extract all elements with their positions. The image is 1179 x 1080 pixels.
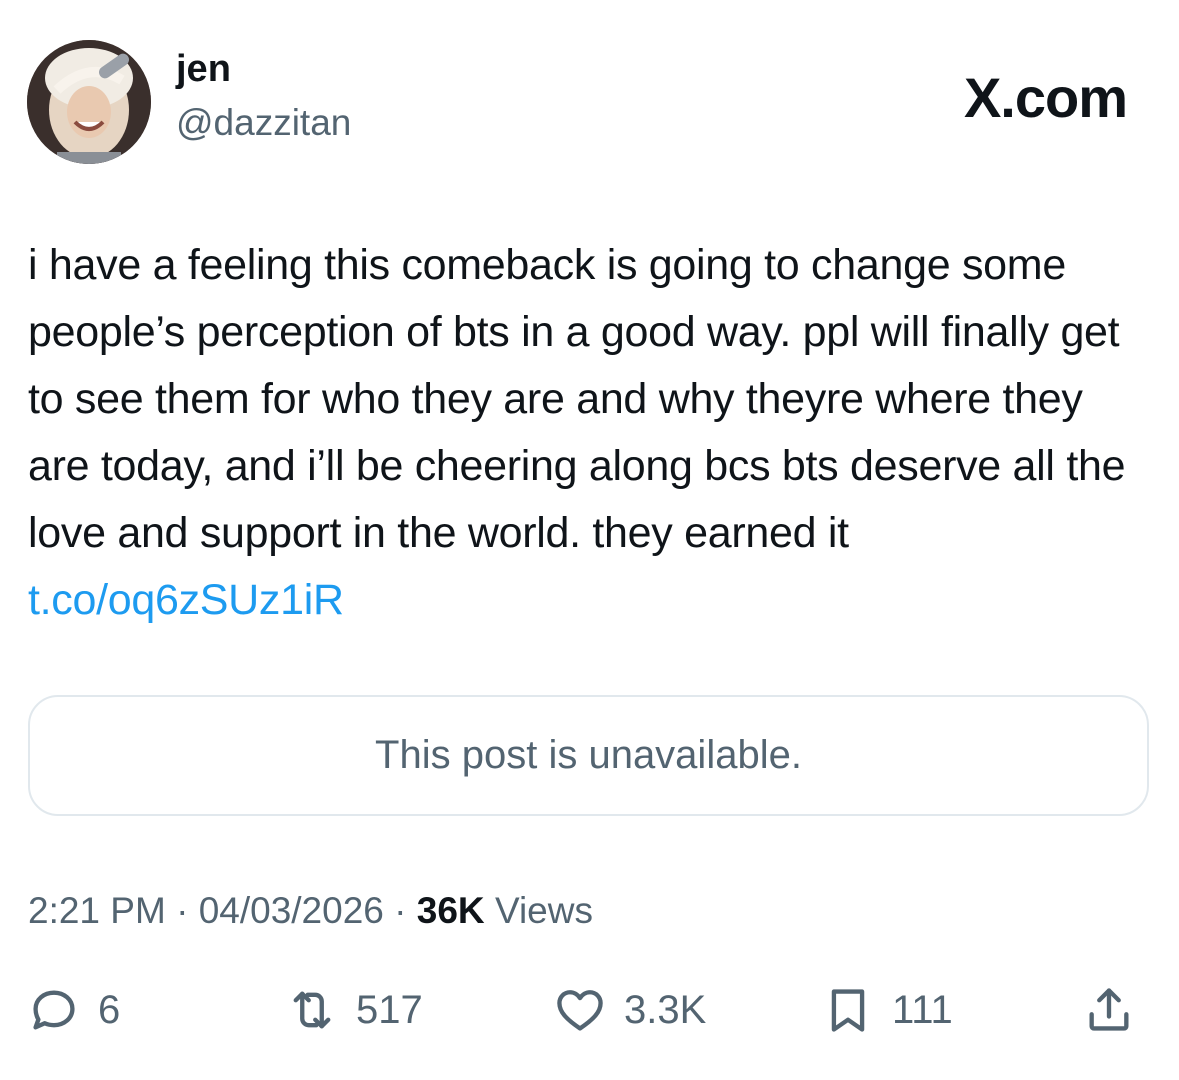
quoted-post-unavailable-message: This post is unavailable. [375,733,802,777]
repost-icon [286,984,338,1036]
tweet-text: i have a feeling this comeback is going … [28,232,1153,634]
bookmark-count: 111 [892,987,953,1032]
share-button[interactable] [1083,984,1135,1036]
reply-count: 6 [98,987,121,1032]
brand-logo: X.com [963,66,1128,129]
like-icon [554,984,606,1036]
like-button[interactable]: 3.3K [554,984,706,1036]
tweet-time[interactable]: 2:21 PM [28,890,166,931]
avatar[interactable] [27,40,151,164]
author-handle[interactable]: @dazzitan [176,104,351,141]
views-label: Views [494,890,593,931]
bookmark-icon [822,984,874,1036]
quoted-post-card[interactable]: This post is unavailable. [28,695,1149,816]
tweet-metadata: 2:21 PM · 04/03/2026 · 36K Views [28,887,593,935]
like-count: 3.3K [624,987,707,1032]
tweet-date[interactable]: 04/03/2026 [199,890,384,931]
tweet-link[interactable]: t.co/oq6zSUz1iR [28,576,344,624]
reply-button[interactable]: 6 [28,984,120,1036]
views-count: 36K [416,890,485,931]
share-icon [1083,984,1135,1036]
meta-separator: · [394,890,417,931]
tweet-body: i have a feeling this comeback is going … [28,241,1126,557]
meta-separator: · [176,890,199,931]
repost-count: 517 [356,987,423,1032]
repost-button[interactable]: 517 [286,984,423,1036]
bookmark-button[interactable]: 111 [822,984,953,1036]
avatar-image [27,40,151,164]
reply-icon [28,984,80,1036]
author-display-name[interactable]: jen [176,50,231,88]
